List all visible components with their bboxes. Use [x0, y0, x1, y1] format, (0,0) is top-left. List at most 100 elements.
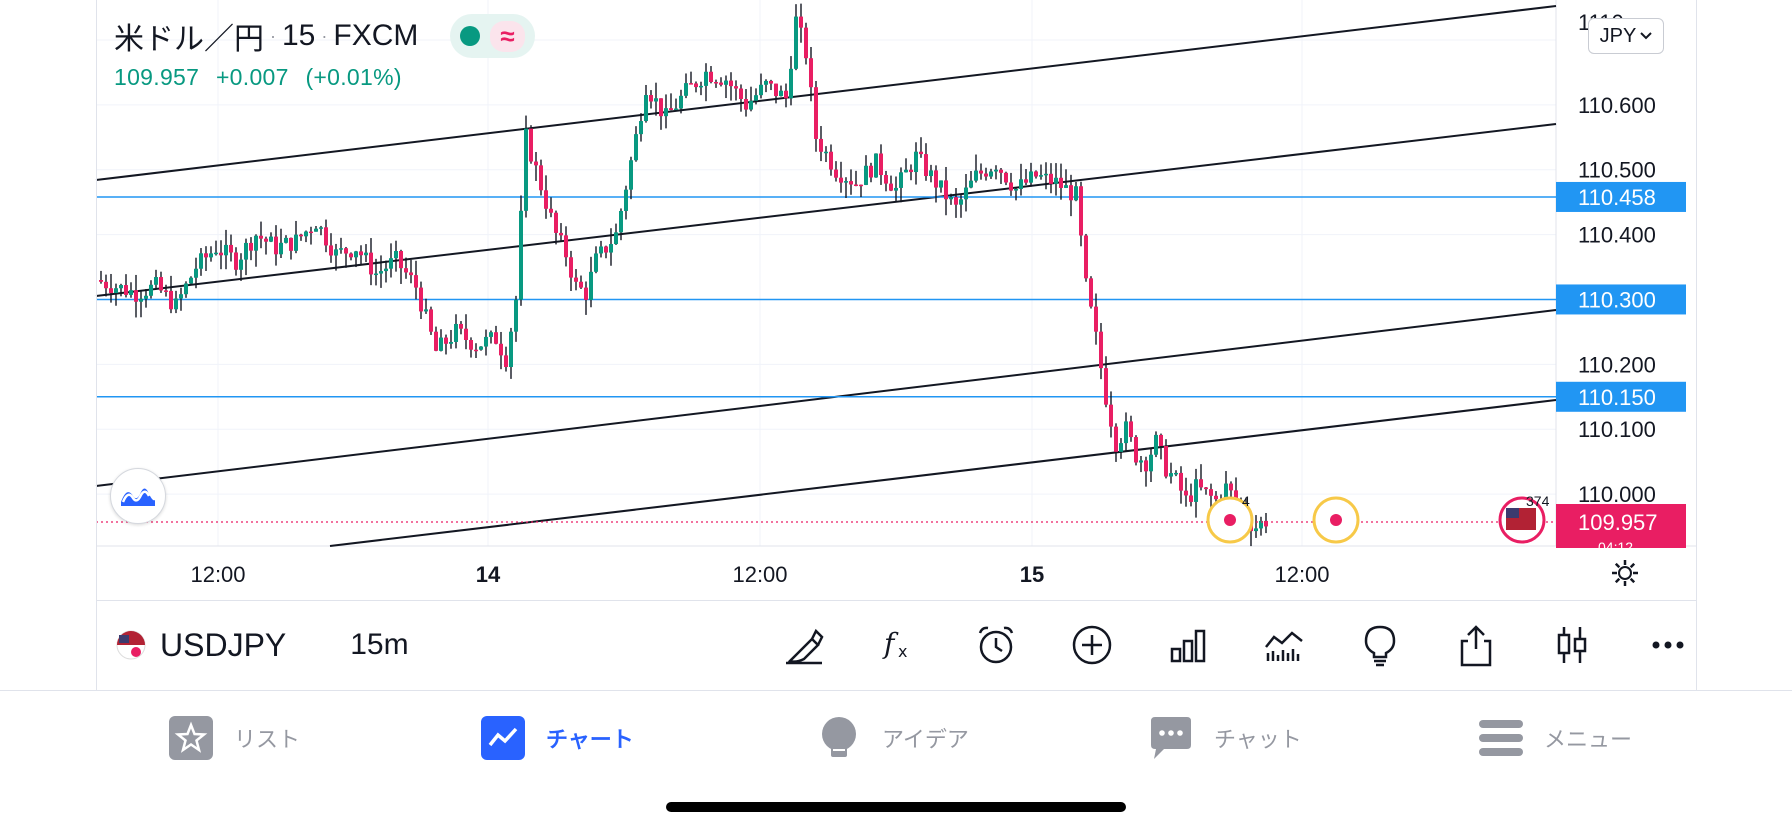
bottom-tab-bar: リスト チャート アイデア チャット メニュー	[0, 690, 1792, 790]
candle-body	[614, 232, 618, 245]
candle-body	[1139, 460, 1143, 463]
candle-body	[514, 299, 518, 332]
drawing-pen-icon[interactable]	[756, 600, 852, 690]
candle-body	[734, 86, 738, 89]
candle-body	[1079, 186, 1083, 236]
candle-body	[1084, 235, 1088, 279]
candles-style-icon[interactable]	[1524, 600, 1620, 690]
time-tick-label: 12:00	[190, 562, 245, 587]
candle-body	[579, 281, 583, 288]
symbol-header[interactable]: 米ドル／円 · 15 · FXCM ≈	[114, 14, 535, 58]
candle-body	[544, 190, 548, 209]
alarm-clock-icon[interactable]	[948, 600, 1044, 690]
chart-right-border	[1696, 0, 1697, 690]
candle-body	[1179, 472, 1183, 491]
currency-selector[interactable]: JPY	[1588, 18, 1664, 54]
currency-label: JPY	[1599, 24, 1637, 47]
candle-body	[1059, 177, 1063, 188]
candle-body	[919, 151, 923, 155]
symbol-title[interactable]: 米ドル／円 · 15 · FXCM	[114, 14, 418, 58]
candle-body	[1129, 421, 1133, 438]
candle-body	[1209, 489, 1213, 496]
candle-body	[459, 323, 463, 329]
candle-body	[484, 336, 488, 347]
bar-chart-icon[interactable]	[1140, 600, 1236, 690]
trend-channel-line	[329, 399, 1557, 547]
candle-body	[899, 172, 903, 188]
more-icon[interactable]	[1620, 600, 1716, 690]
share-icon[interactable]	[1428, 600, 1524, 690]
exchange-label: FXCM	[333, 19, 419, 52]
candle-body	[1169, 473, 1173, 477]
candle-body	[274, 236, 278, 255]
candle-body	[549, 208, 553, 213]
tab-label: チャット	[1214, 727, 1302, 752]
candle-body	[939, 180, 943, 188]
candle-body	[794, 16, 798, 69]
level-price-label: 110.300	[1578, 287, 1656, 312]
candle-body	[1149, 454, 1153, 472]
candle-body	[1014, 188, 1018, 191]
candle-body	[1124, 421, 1128, 444]
candle-body	[694, 83, 698, 88]
candle-body	[969, 180, 973, 188]
candle-body	[679, 95, 683, 109]
candle-body	[299, 234, 303, 237]
candle-body	[774, 83, 778, 97]
candle-body	[904, 169, 908, 173]
market-status-pill[interactable]: ≈	[450, 14, 535, 58]
candle-body	[954, 197, 958, 205]
tab-chat[interactable]: チャット	[1148, 715, 1302, 761]
candle-body	[984, 173, 988, 177]
tab-list[interactable]: リスト	[168, 715, 300, 761]
candle-body	[669, 108, 673, 110]
candle-body	[279, 242, 283, 255]
chart-toolbar: USDJPY 15m fx	[96, 600, 1696, 690]
candle-body	[249, 242, 253, 251]
candle-body	[479, 346, 483, 350]
candle-body	[1159, 434, 1163, 446]
tab-menu[interactable]: メニュー	[1478, 715, 1632, 761]
tab-label: メニュー	[1544, 727, 1633, 752]
candle-body	[194, 268, 198, 278]
candle-body	[419, 287, 423, 312]
candle-body	[114, 288, 118, 294]
candle-body	[284, 237, 288, 243]
indicators-fx-icon[interactable]: fx	[852, 600, 948, 690]
tab-ideas[interactable]: アイデア	[816, 715, 969, 761]
candle-body	[1104, 368, 1108, 405]
candle-body	[354, 251, 358, 258]
candle-body	[819, 138, 823, 152]
candle-body	[329, 245, 333, 256]
candle-body	[454, 323, 458, 342]
idea-lightbulb-icon[interactable]	[1332, 600, 1428, 690]
candle-body	[1214, 495, 1218, 500]
volume-indicator-icon[interactable]	[1236, 600, 1332, 690]
candle-body	[1049, 173, 1053, 184]
candle-body	[869, 165, 873, 178]
candle-body	[234, 252, 238, 270]
candle-body	[659, 98, 663, 117]
candle-body	[464, 328, 468, 341]
candle-body	[944, 180, 948, 200]
candle-body	[804, 27, 808, 59]
level-price-label: 110.458	[1578, 185, 1656, 210]
timeframe-selector[interactable]: 15m	[350, 628, 408, 662]
add-circle-icon[interactable]	[1044, 600, 1140, 690]
candle-body	[319, 227, 323, 229]
symbol-selector[interactable]: USDJPY 15m	[116, 627, 409, 664]
candle-body	[719, 82, 723, 85]
candle-body	[854, 184, 858, 186]
time-tick-label: 12:00	[1274, 562, 1329, 587]
candle-body	[239, 259, 243, 270]
chart-settings-gear-icon[interactable]	[1610, 558, 1640, 588]
candle-body	[859, 184, 863, 187]
tradingview-logo[interactable]	[110, 468, 166, 524]
candle-body	[574, 277, 578, 282]
candle-body	[439, 337, 443, 351]
candle-body	[334, 249, 338, 256]
candle-body	[569, 257, 573, 278]
tab-chart[interactable]: チャート	[480, 715, 634, 761]
candle-body	[149, 284, 153, 296]
candle-body	[379, 271, 383, 274]
